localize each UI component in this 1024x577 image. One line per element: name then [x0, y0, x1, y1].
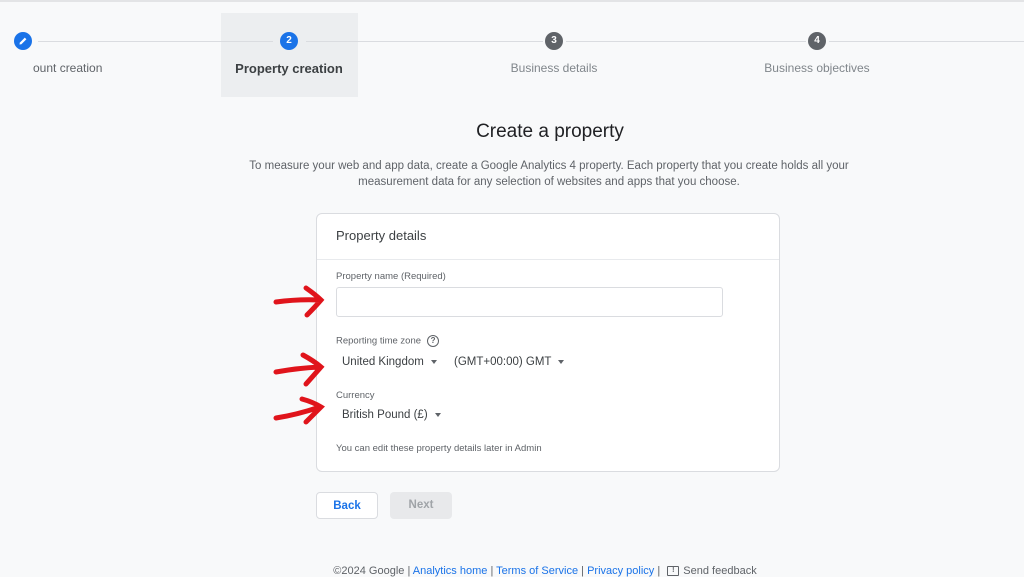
step-label: Business details	[510, 61, 598, 75]
dropdown-caret-icon	[434, 413, 441, 417]
feedback-icon: !	[667, 566, 680, 577]
copyright: ©2024 Google	[333, 565, 405, 577]
annotation-arrow-icon	[273, 352, 325, 387]
terms-of-service-link[interactable]: Terms of Service	[496, 565, 578, 577]
time-zone-label-row: Reporting time zone?	[336, 335, 440, 347]
step-label: Business objectives	[764, 61, 870, 75]
analytics-home-link[interactable]: Analytics home	[413, 565, 488, 577]
step-number: 2	[280, 32, 298, 50]
card-title: Property details	[317, 214, 779, 260]
page-title: Create a property	[476, 121, 624, 142]
description-line: To measure your web and app data, create…	[249, 160, 849, 172]
footer-separator: |	[490, 565, 494, 577]
time-zone-label: Reporting time zone	[336, 335, 422, 347]
page-description: To measure your web and app data, create…	[238, 158, 860, 190]
next-button[interactable]: Next	[390, 492, 452, 519]
step-property-creation[interactable]: 2 Property creation	[189, 32, 389, 76]
step-label: Property creation	[235, 61, 343, 76]
help-circle-icon[interactable]: ?	[427, 335, 440, 347]
country-select[interactable]: United Kingdom	[342, 356, 437, 368]
footer-separator: |	[657, 565, 661, 577]
property-details-card: Property details Property name (Required…	[316, 213, 780, 472]
dropdown-caret-icon	[558, 360, 565, 364]
footer: ©2024 Google | Analytics home | Terms of…	[0, 565, 1024, 577]
currency-select[interactable]: British Pound (£)	[342, 409, 441, 421]
step-number: 3	[545, 32, 563, 50]
send-feedback-label: Send feedback	[683, 565, 757, 577]
step-account-creation[interactable]: ount creation	[0, 32, 123, 75]
property-name-label: Property name (Required)	[336, 271, 446, 282]
currency-value: British Pound (£)	[342, 409, 428, 421]
footer-separator: |	[581, 565, 584, 577]
pencil-icon	[14, 32, 32, 50]
progress-stepper: ount creation 2 Property creation 3 Busi…	[0, 0, 1024, 100]
currency-label: Currency	[336, 390, 375, 401]
country-value: United Kingdom	[342, 356, 424, 368]
edit-later-note: You can edit these property details late…	[336, 443, 542, 454]
step-label: ount creation	[33, 61, 103, 75]
send-feedback-button[interactable]: ! Send feedback	[663, 565, 757, 577]
description-line: measurement data for any selection of we…	[358, 176, 740, 188]
step-business-objectives[interactable]: 4 Business objectives	[717, 32, 917, 75]
footer-separator: |	[407, 565, 411, 577]
privacy-policy-link[interactable]: Privacy policy	[587, 565, 654, 577]
annotation-arrow-icon	[273, 396, 325, 425]
step-business-details[interactable]: 3 Business details	[454, 32, 654, 75]
annotation-arrow-icon	[273, 285, 325, 318]
property-name-input[interactable]	[336, 287, 723, 317]
time-zone-value: (GMT+00:00) GMT	[454, 356, 552, 368]
step-number: 4	[808, 32, 826, 50]
back-button[interactable]: Back	[316, 492, 378, 519]
dropdown-caret-icon	[430, 360, 437, 364]
time-zone-select[interactable]: (GMT+00:00) GMT	[454, 356, 565, 368]
